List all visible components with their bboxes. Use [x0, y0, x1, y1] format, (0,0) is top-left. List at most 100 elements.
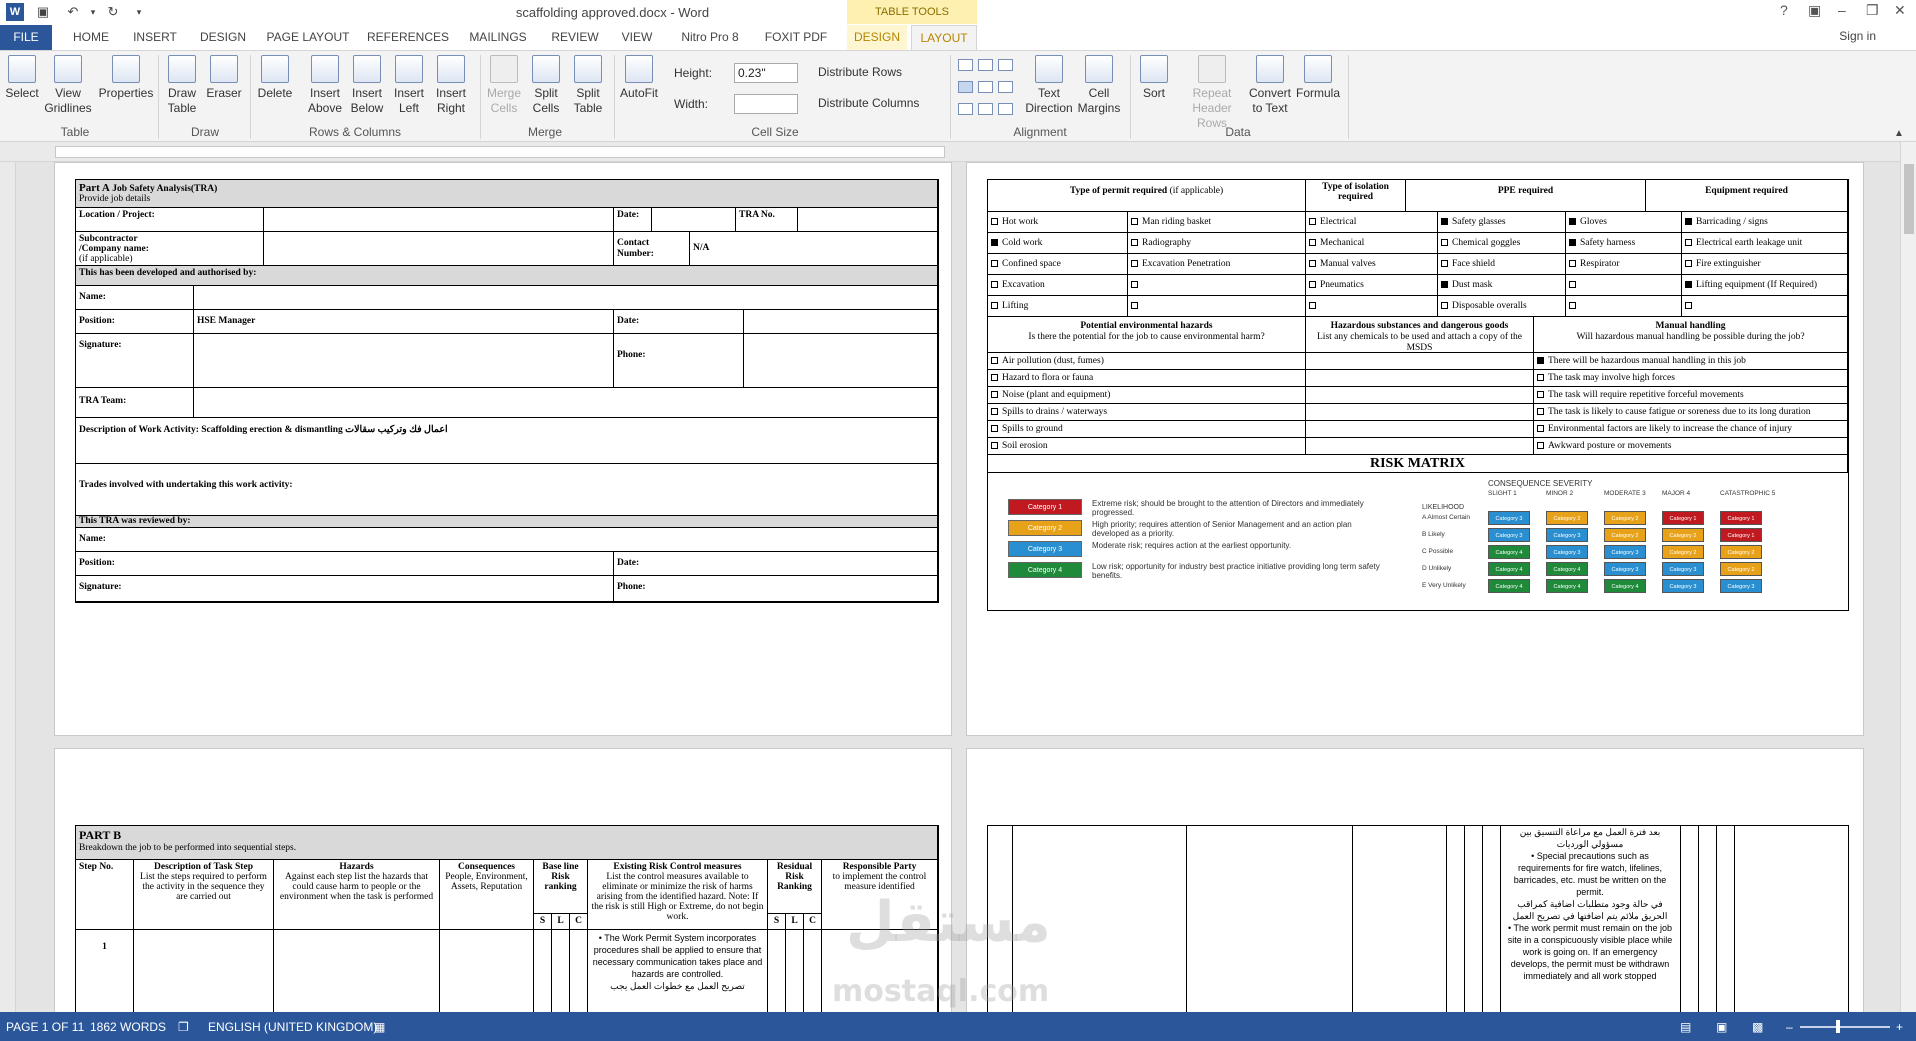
step-1-no[interactable]: 1	[76, 930, 134, 1012]
sign-in-link[interactable]: Sign in	[1839, 29, 1876, 43]
isolation-row[interactable]	[1306, 296, 1438, 317]
scrollbar-thumb[interactable]	[1904, 164, 1914, 234]
hazardous-substance-row[interactable]	[1306, 353, 1534, 370]
phone-value[interactable]	[744, 334, 938, 388]
text-direction-button[interactable]: Text Direction	[1024, 55, 1074, 116]
env-hazard-row[interactable]: Air pollution (dust, fumes)	[988, 353, 1306, 370]
checkbox-icon[interactable]	[1441, 260, 1448, 268]
insert-right-button[interactable]: Insert Right	[430, 55, 472, 116]
step-1-base-c[interactable]	[570, 930, 588, 1012]
align-bottom-left-icon[interactable]	[958, 103, 973, 115]
step-1-resid-l[interactable]	[786, 930, 804, 1012]
isolation-row[interactable]: Pneumatics	[1306, 275, 1438, 296]
print-layout-icon[interactable]: ▣	[1716, 1020, 1727, 1034]
merge-cells-button[interactable]: Merge Cells	[484, 55, 524, 116]
tab-home[interactable]: HOME	[62, 25, 120, 50]
checked-checkbox-icon[interactable]	[1569, 218, 1576, 226]
step-1-base-s[interactable]	[534, 930, 552, 1012]
tab-page-layout[interactable]: PAGE LAYOUT	[262, 25, 354, 50]
checkbox-icon[interactable]	[991, 391, 998, 399]
tab-foxit[interactable]: FOXIT PDF	[756, 25, 836, 50]
align-top-center-icon[interactable]	[978, 59, 993, 71]
tab-insert[interactable]: INSERT	[124, 25, 186, 50]
permit-row[interactable]: Hot work	[988, 212, 1128, 233]
checkbox-icon[interactable]	[1441, 239, 1448, 247]
checkbox-icon[interactable]	[1441, 302, 1448, 310]
ppe-row-2[interactable]: Respirator	[1566, 254, 1682, 275]
checkbox-icon[interactable]	[1131, 239, 1138, 247]
env-hazard-row[interactable]: Noise (plant and equipment)	[988, 387, 1306, 404]
checkbox-icon[interactable]	[1685, 239, 1692, 247]
checked-checkbox-icon[interactable]	[1441, 281, 1448, 289]
equipment-row[interactable]: Lifting equipment (If Required)	[1682, 275, 1848, 296]
hazardous-substance-row[interactable]	[1306, 421, 1534, 438]
permit-row-2[interactable]: Man riding basket	[1128, 212, 1306, 233]
ppe-row-2[interactable]: Safety harness	[1566, 233, 1682, 254]
step-1-resid-c[interactable]	[804, 930, 822, 1012]
checkbox-icon[interactable]	[1309, 218, 1316, 226]
isolation-row[interactable]: Manual valves	[1306, 254, 1438, 275]
vertical-ruler[interactable]	[0, 162, 16, 1012]
zoom-slider-handle[interactable]	[1836, 1020, 1840, 1033]
continued-controls[interactable]: بعد فترة العمل مع مراعاة التنسيق بين مسؤ…	[1504, 826, 1676, 982]
width-input[interactable]	[734, 94, 798, 114]
ppe-row-2[interactable]: Gloves	[1566, 212, 1682, 233]
eraser-button[interactable]: Eraser	[204, 55, 244, 101]
ppe-row-2[interactable]	[1566, 296, 1682, 317]
align-top-left-icon[interactable]	[958, 59, 973, 71]
name-value[interactable]	[194, 286, 938, 310]
checkbox-icon[interactable]	[1569, 281, 1576, 289]
ppe-row[interactable]: Dust mask	[1438, 275, 1566, 296]
location-value[interactable]	[264, 208, 614, 232]
date-value[interactable]	[652, 208, 736, 232]
checkbox-icon[interactable]	[1309, 281, 1316, 289]
tab-table-layout[interactable]: LAYOUT	[911, 25, 977, 50]
align-top-right-icon[interactable]	[998, 59, 1013, 71]
checkbox-icon[interactable]	[991, 425, 998, 433]
step-1-controls[interactable]: • The Work Permit System incorporates pr…	[588, 930, 768, 1012]
manual-handling-row[interactable]: Awkward posture or movements	[1534, 438, 1848, 455]
sort-button[interactable]: Sort	[1134, 55, 1174, 101]
checked-checkbox-icon[interactable]	[1441, 218, 1448, 226]
insert-below-button[interactable]: Insert Below	[346, 55, 388, 116]
align-bottom-right-icon[interactable]	[998, 103, 1013, 115]
insert-left-button[interactable]: Insert Left	[388, 55, 430, 116]
tab-view[interactable]: VIEW	[612, 25, 662, 50]
checkbox-icon[interactable]	[1537, 425, 1544, 433]
convert-to-text-button[interactable]: Convert to Text	[1248, 55, 1292, 116]
checkbox-icon[interactable]	[991, 302, 998, 310]
checkbox-icon[interactable]	[1685, 302, 1692, 310]
tab-design[interactable]: DESIGN	[192, 25, 254, 50]
ppe-row[interactable]: Chemical goggles	[1438, 233, 1566, 254]
equipment-row[interactable]: Barricading / signs	[1682, 212, 1848, 233]
split-cells-button[interactable]: Split Cells	[526, 55, 566, 116]
checkbox-icon[interactable]	[1309, 239, 1316, 247]
split-table-button[interactable]: Split Table	[568, 55, 608, 116]
checked-checkbox-icon[interactable]	[991, 239, 998, 247]
tab-review[interactable]: REVIEW	[544, 25, 606, 50]
help-icon[interactable]: ?	[1780, 2, 1788, 18]
view-gridlines-button[interactable]: View Gridlines	[42, 55, 94, 116]
isolation-row[interactable]: Electrical	[1306, 212, 1438, 233]
contact-value[interactable]: N/A	[690, 232, 938, 266]
env-hazard-row[interactable]: Spills to drains / waterways	[988, 404, 1306, 421]
tra-team-value[interactable]	[194, 388, 938, 418]
macro-icon[interactable]: ▦	[374, 1020, 385, 1034]
checked-checkbox-icon[interactable]	[1569, 239, 1576, 247]
page-count[interactable]: PAGE 1 OF 11	[6, 1020, 84, 1034]
close-icon[interactable]: ✕	[1894, 2, 1906, 19]
insert-above-button[interactable]: Insert Above	[304, 55, 346, 116]
checkbox-icon[interactable]	[1685, 260, 1692, 268]
checkbox-icon[interactable]	[1131, 302, 1138, 310]
tab-mailings[interactable]: MAILINGS	[462, 25, 534, 50]
checkbox-icon[interactable]	[1569, 260, 1576, 268]
checked-checkbox-icon[interactable]	[1685, 281, 1692, 289]
auth-date-value[interactable]	[744, 310, 938, 334]
hazardous-substance-row[interactable]	[1306, 387, 1534, 404]
manual-handling-row[interactable]: The task will require repetitive forcefu…	[1534, 387, 1848, 404]
web-layout-icon[interactable]: ▩	[1752, 1020, 1763, 1034]
step-1-base-l[interactable]	[552, 930, 570, 1012]
permit-row[interactable]: Confined space	[988, 254, 1128, 275]
checkbox-icon[interactable]	[1537, 374, 1544, 382]
manual-handling-row[interactable]: The task may involve high forces	[1534, 370, 1848, 387]
